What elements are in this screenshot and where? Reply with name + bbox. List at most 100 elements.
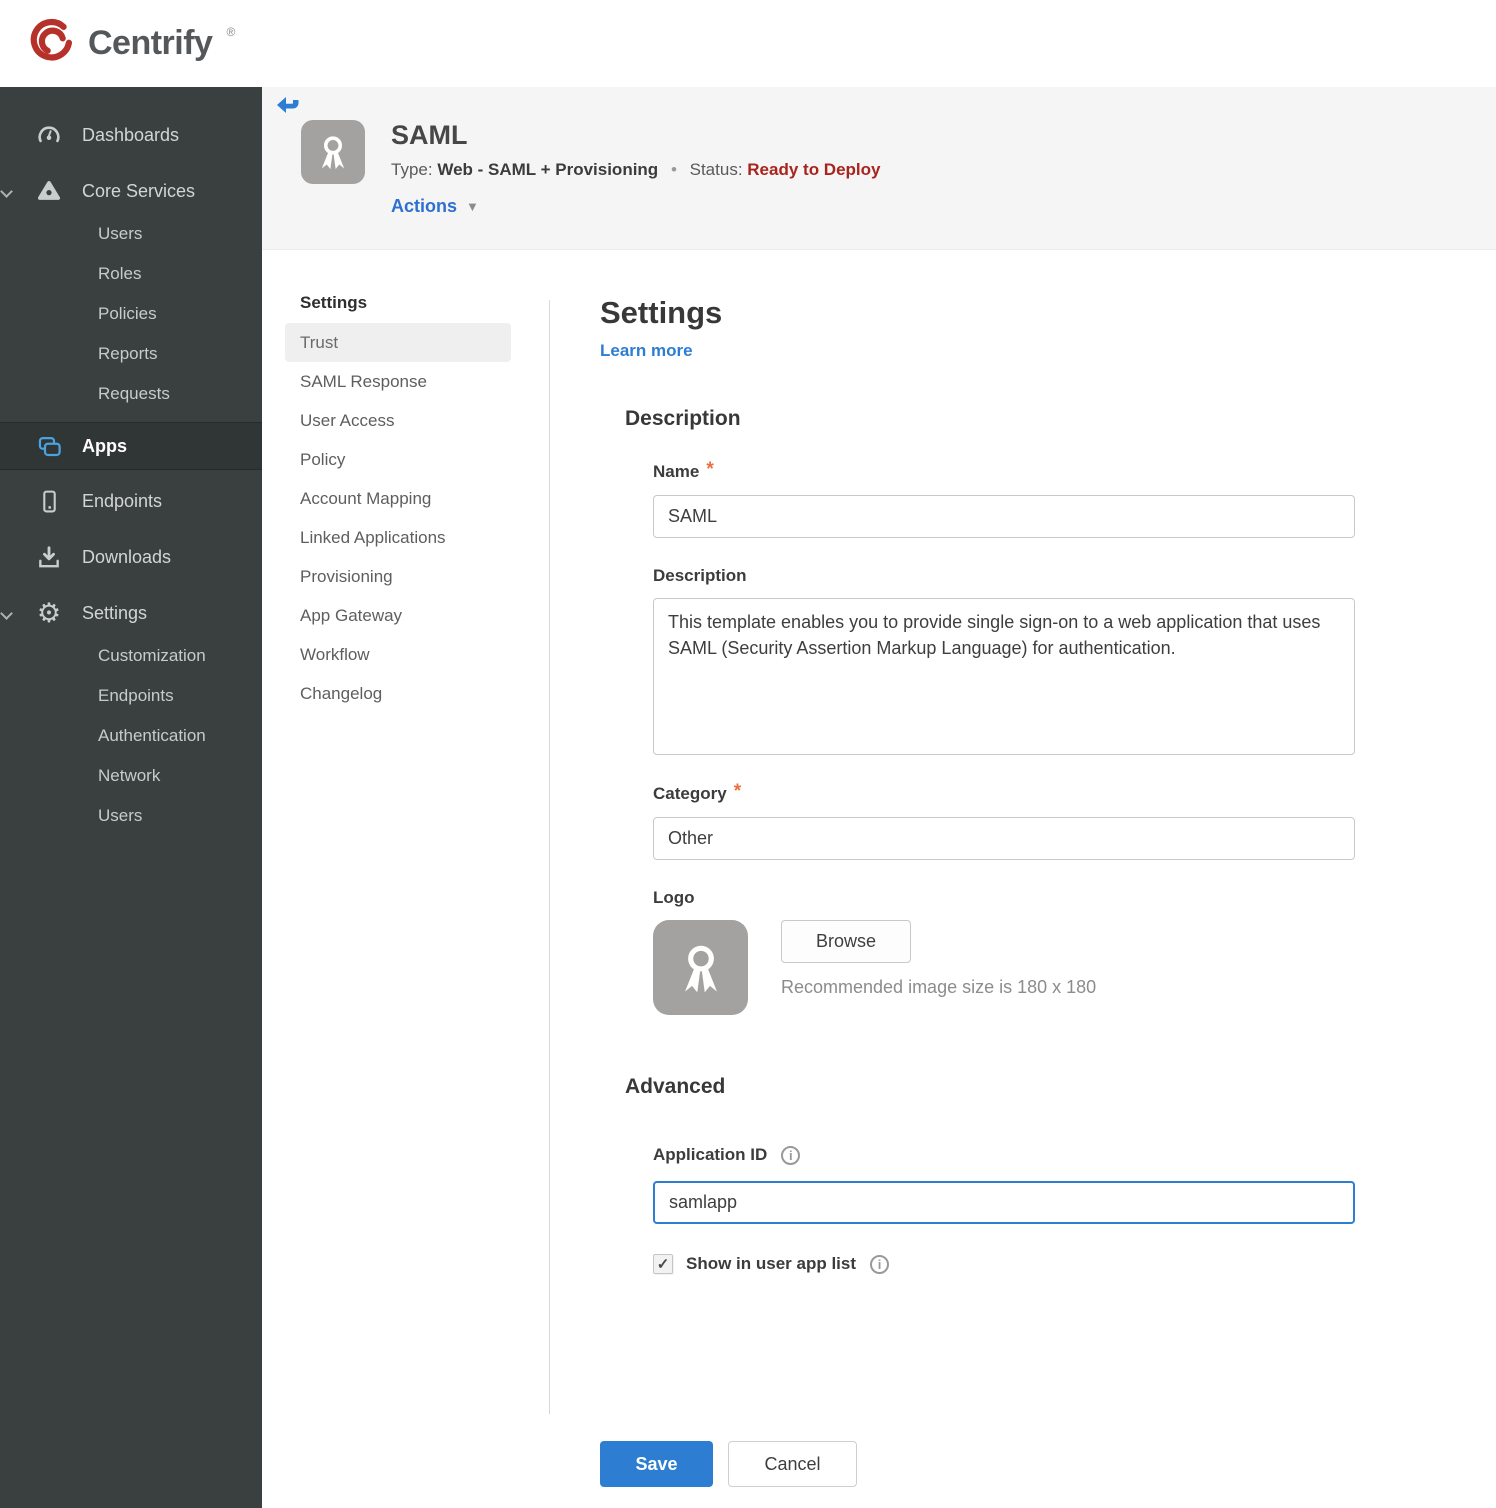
sidebar-item-endpoints[interactable]: Endpoints xyxy=(0,478,262,524)
subnav-item-label: Account Mapping xyxy=(300,489,432,508)
app-header-band: SAML Type: Web - SAML + Provisioning • S… xyxy=(262,87,1496,250)
subnav-item-policy[interactable]: Policy xyxy=(285,440,511,479)
name-label-row: Name * xyxy=(653,459,1356,483)
status-label: Status: xyxy=(689,160,743,179)
sidebar-item-label: Dashboards xyxy=(82,124,180,145)
category-label: Category xyxy=(653,784,727,803)
actions-label: Actions xyxy=(391,196,458,216)
brand-trademark: ® xyxy=(226,24,236,39)
sidebar-item-roles[interactable]: Roles xyxy=(0,254,262,294)
sidebar-subitem-label: Roles xyxy=(98,264,142,283)
application-id-label: Application ID xyxy=(653,1145,768,1164)
name-field[interactable] xyxy=(653,495,1355,538)
top-bar: Centrify ® xyxy=(0,0,1496,87)
logo-size-hint: Recommended image size is 180 x 180 xyxy=(781,977,1097,997)
sidebar-item-policies[interactable]: Policies xyxy=(0,294,262,334)
form-buttons: Save Cancel xyxy=(600,1441,857,1487)
subnav-item-trust[interactable]: Trust xyxy=(285,323,511,362)
show-in-app-list-label: Show in user app list xyxy=(686,1254,857,1273)
cancel-button[interactable]: Cancel xyxy=(728,1441,857,1487)
download-icon xyxy=(34,544,64,570)
sidebar-item-users[interactable]: Users xyxy=(0,214,262,254)
phone-icon xyxy=(34,489,64,514)
sidebar-item-apps[interactable]: Apps xyxy=(0,422,262,470)
subnav-item-changelog[interactable]: Changelog xyxy=(285,674,511,713)
centrify-logo-icon xyxy=(30,18,76,69)
sidebar-item-settings[interactable]: ⚙ Settings xyxy=(0,590,262,636)
gauge-icon xyxy=(34,122,64,148)
subnav-item-label: Changelog xyxy=(300,684,383,703)
advanced-section-heading: Advanced xyxy=(625,1075,726,1098)
sidebar-item-label: Settings xyxy=(82,602,148,623)
settings-panel: Settings Learn more Description Name * D… xyxy=(600,295,1356,1274)
subnav-item-label: User Access xyxy=(300,411,395,430)
application-id-label-row: Application ID i xyxy=(653,1145,1356,1165)
name-label: Name xyxy=(653,462,700,481)
subnav-item-label: Linked Applications xyxy=(300,528,446,547)
subnav-item-workflow[interactable]: Workflow xyxy=(285,635,511,674)
sidebar-item-network[interactable]: Network xyxy=(0,756,262,796)
sidebar-item-dashboards[interactable]: Dashboards xyxy=(0,112,262,158)
brand-logo: Centrify ® xyxy=(30,18,236,69)
checkbox-check-icon: ✓ xyxy=(656,1256,670,1273)
subnav-item-app-gateway[interactable]: App Gateway xyxy=(285,596,511,635)
page-title: Settings xyxy=(600,295,723,330)
sidebar-item-settings-users[interactable]: Users xyxy=(0,796,262,836)
apps-icon xyxy=(34,433,64,460)
sidebar-subitem-label: Users xyxy=(98,806,143,825)
sidebar-item-requests[interactable]: Requests xyxy=(0,374,262,414)
subnav-item-saml-response[interactable]: SAML Response xyxy=(285,362,511,401)
application-id-field[interactable] xyxy=(653,1181,1355,1224)
subnav-title: Settings xyxy=(300,293,368,312)
status-badge: Ready to Deploy xyxy=(747,160,881,179)
info-icon[interactable]: i xyxy=(781,1145,801,1165)
type-label: Type: xyxy=(391,160,433,179)
subnav-item-provisioning[interactable]: Provisioning xyxy=(285,557,511,596)
logo-label: Logo xyxy=(653,888,695,907)
sidebar-subitem-label: Users xyxy=(98,224,143,243)
logo-preview-ribbon-icon xyxy=(653,920,748,1015)
type-value: Web - SAML + Provisioning xyxy=(437,160,659,179)
category-field[interactable] xyxy=(653,817,1355,860)
app-title: SAML xyxy=(391,120,468,150)
sidebar-subitem-label: Endpoints xyxy=(98,686,174,705)
required-asterisk: * xyxy=(733,781,742,802)
sidebar-subitem-label: Policies xyxy=(98,304,157,323)
actions-dropdown[interactable]: Actions ▼ xyxy=(391,196,880,217)
vertical-divider xyxy=(549,300,550,1414)
dot-separator: • xyxy=(670,160,677,179)
back-arrow-icon[interactable] xyxy=(276,96,300,116)
sidebar-item-label: Downloads xyxy=(82,546,172,567)
description-label: Description xyxy=(653,566,747,585)
app-subnav: Settings Trust SAML Response User Access… xyxy=(285,293,511,713)
subnav-item-user-access[interactable]: User Access xyxy=(285,401,511,440)
core-services-icon xyxy=(34,178,64,204)
browse-button[interactable]: Browse xyxy=(781,920,912,963)
sidebar-item-label: Endpoints xyxy=(82,490,163,511)
info-icon[interactable]: i xyxy=(870,1254,890,1274)
brand-name: Centrify xyxy=(88,24,213,62)
sidebar-item-settings-endpoints[interactable]: Endpoints xyxy=(0,676,262,716)
show-in-user-app-list-row: ✓ Show in user app list i xyxy=(653,1254,1356,1274)
chevron-down-icon xyxy=(0,607,13,620)
subnav-item-label: SAML Response xyxy=(300,372,427,391)
sidebar-item-customization[interactable]: Customization xyxy=(0,636,262,676)
subnav-item-linked-applications[interactable]: Linked Applications xyxy=(285,518,511,557)
sidebar-subitem-label: Authentication xyxy=(98,726,206,745)
subnav-item-label: Provisioning xyxy=(300,567,393,586)
learn-more-link[interactable]: Learn more xyxy=(600,341,693,361)
sidebar-item-downloads[interactable]: Downloads xyxy=(0,534,262,580)
category-label-row: Category * xyxy=(653,781,1356,805)
sidebar-item-reports[interactable]: Reports xyxy=(0,334,262,374)
sidebar-item-label: Apps xyxy=(82,435,127,456)
dropdown-arrow-icon: ▼ xyxy=(466,199,479,214)
gear-icon: ⚙ xyxy=(36,597,62,629)
description-field[interactable]: This template enables you to provide sin… xyxy=(653,598,1355,755)
save-button[interactable]: Save xyxy=(600,1441,713,1487)
sidebar-item-core-services[interactable]: Core Services xyxy=(0,168,262,214)
subnav-item-account-mapping[interactable]: Account Mapping xyxy=(285,479,511,518)
app-type-status-row: Type: Web - SAML + Provisioning • Status… xyxy=(391,160,880,180)
description-section-heading: Description xyxy=(625,407,741,430)
show-in-app-list-checkbox[interactable]: ✓ xyxy=(653,1254,673,1274)
sidebar-item-authentication[interactable]: Authentication xyxy=(0,716,262,756)
